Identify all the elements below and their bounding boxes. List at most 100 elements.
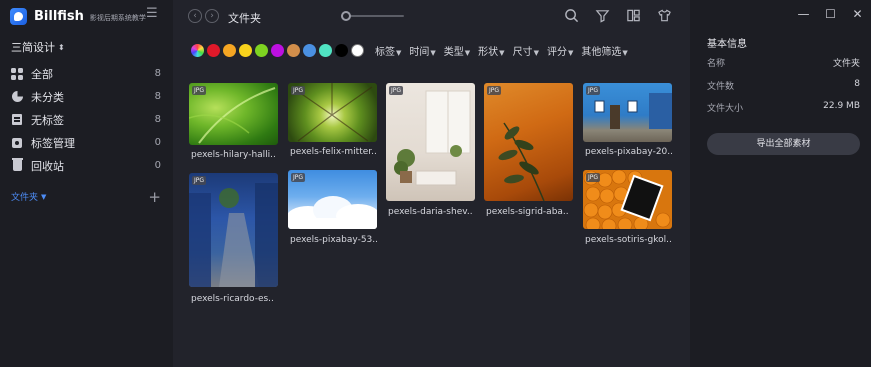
thumbnail-image[interactable]: JPG <box>484 83 573 201</box>
chevron-down-icon: ▼ <box>622 49 628 57</box>
library-name: 三简设计 <box>11 41 55 54</box>
breadcrumb: 文件夹 <box>228 12 261 25</box>
thumbnail-image[interactable]: JPG <box>288 170 377 229</box>
info-key: 文件数 <box>707 82 735 92</box>
chevron-down-icon: ▼ <box>533 49 539 57</box>
back-button[interactable]: ‹ <box>188 9 202 23</box>
library-switcher[interactable]: 三简设计 ⬍ <box>11 39 65 55</box>
thumbnail-image[interactable]: JPG <box>288 83 377 142</box>
pie-icon <box>11 91 23 103</box>
filter-type-dropdown[interactable]: 类型▼ <box>444 43 470 58</box>
filter-time-dropdown[interactable]: 时间▼ <box>409 43 435 58</box>
color-filter-swatch[interactable] <box>271 44 284 57</box>
color-filter-swatch[interactable] <box>287 44 300 57</box>
filter-tags-dropdown[interactable]: 标签▼ <box>375 43 401 58</box>
info-key: 名称 <box>707 59 726 69</box>
file-name: pexels-sotiris-gkol.. <box>585 235 672 245</box>
window-controls: — ☐ ✕ <box>790 6 871 22</box>
filter-label: 其他筛选 <box>581 47 622 58</box>
file-type-badge: JPG <box>487 86 502 95</box>
sidebar-item-tag-manager[interactable]: 标签管理 0 <box>11 131 161 154</box>
sidebar-item-uncategorized[interactable]: 未分类 8 <box>11 85 161 108</box>
slider-knob[interactable] <box>341 11 351 21</box>
brand: Billfish 影视后期系统教学 <box>10 6 146 26</box>
filter-label: 标签 <box>375 47 395 58</box>
thumbnail-image[interactable]: JPG <box>189 83 278 145</box>
chevron-down-icon: ▼ <box>464 49 471 57</box>
info-title: 基本信息 <box>707 39 747 50</box>
history-nav: ‹ › <box>188 9 219 23</box>
info-key: 文件大小 <box>707 104 744 114</box>
close-button[interactable]: ✕ <box>844 6 871 22</box>
color-filter-swatch[interactable] <box>335 44 348 57</box>
trash-icon <box>11 158 23 172</box>
billfish-logo-icon <box>10 7 27 25</box>
thumbnail-size-slider[interactable] <box>341 11 404 21</box>
file-name: pexels-sigrid-aba.. <box>486 207 569 217</box>
chevron-down-icon: ▼ <box>567 49 574 57</box>
sidebar-item-count: 0 <box>154 137 161 148</box>
export-all-button[interactable]: 导出全部素材 <box>707 133 860 155</box>
file-type-badge: JPG <box>389 86 404 95</box>
add-folder-button[interactable]: + <box>148 189 161 204</box>
file-name: pexels-ricardo-es.. <box>191 294 274 304</box>
file-type-badge: JPG <box>192 86 207 95</box>
info-value: 8 <box>854 79 860 89</box>
thumbnail-image[interactable]: JPG <box>583 83 672 142</box>
file-name: pexels-hilary-halli.. <box>191 150 276 160</box>
color-filter-swatch[interactable] <box>223 44 236 57</box>
sidebar-item-no-tags[interactable]: 无标签 8 <box>11 108 161 131</box>
filter-label: 形状 <box>478 47 499 58</box>
color-filter-all[interactable] <box>191 44 204 57</box>
toolbar-icons <box>563 7 673 24</box>
filter-bar: 标签▼ 时间▼ 类型▼ 形状▼ 尺寸▼ 评分▼ 其他筛选▼ <box>191 43 628 58</box>
file-name: pexels-pixabay-20.. <box>585 147 673 157</box>
color-filter-swatch[interactable] <box>303 44 316 57</box>
filter-label: 尺寸 <box>512 47 533 58</box>
file-type-badge: JPG <box>291 173 306 182</box>
sidebar-item-label: 无标签 <box>31 113 64 127</box>
info-row-file-size: 文件大小 22.9 MB <box>707 101 860 114</box>
sidebar-item-count: 8 <box>154 91 161 102</box>
color-filter-swatch[interactable] <box>351 44 364 57</box>
file-type-badge: JPG <box>192 176 207 185</box>
layout-icon[interactable] <box>625 7 642 24</box>
grid-icon <box>11 67 23 80</box>
filter-icon[interactable] <box>594 7 611 24</box>
sidebar-item-all[interactable]: 全部 8 <box>11 62 161 85</box>
filter-size-dropdown[interactable]: 尺寸▼ <box>513 43 539 58</box>
thumbnail-image[interactable]: JPG <box>583 170 672 229</box>
sidebar-nav: 全部 8 未分类 8 无标签 8 标签管理 0 回收站 0 <box>11 62 161 177</box>
sidebar-item-label: 回收站 <box>31 159 64 173</box>
thumbnail-image[interactable]: JPG <box>386 83 475 201</box>
search-icon[interactable] <box>563 7 580 24</box>
color-filter-swatch[interactable] <box>239 44 252 57</box>
color-filter-swatch[interactable] <box>319 44 332 57</box>
app-name: Billfish <box>34 8 84 24</box>
info-panel: — ☐ ✕ 基本信息 名称 文件夹 文件数 8 文件大小 22.9 MB 导出全… <box>690 0 871 367</box>
color-filter-swatch[interactable] <box>207 44 220 57</box>
chevron-down-icon: ▼ <box>499 49 505 57</box>
sidebar-item-count: 8 <box>154 68 161 79</box>
sort-caret-icon: ⬍ <box>58 42 65 52</box>
info-value: 22.9 MB <box>823 101 860 111</box>
file-name: pexels-pixabay-53.. <box>290 235 378 245</box>
minimize-button[interactable]: — <box>790 6 817 22</box>
chevron-down-icon[interactable]: ▼ <box>41 193 46 201</box>
color-filter-swatch[interactable] <box>255 44 268 57</box>
info-row-name: 名称 文件夹 <box>707 56 860 69</box>
filter-rating-dropdown[interactable]: 评分▼ <box>547 43 573 58</box>
folders-toggle[interactable]: 文件夹 <box>11 190 38 203</box>
filter-shape-dropdown[interactable]: 形状▼ <box>478 43 504 58</box>
chevron-down-icon: ▼ <box>396 49 402 57</box>
filter-other-dropdown[interactable]: 其他筛选▼ <box>581 43 627 58</box>
menu-icon[interactable]: ☰ <box>146 7 160 20</box>
forward-button[interactable]: › <box>205 9 219 23</box>
thumbnail-image[interactable]: JPG <box>189 173 278 287</box>
info-row-file-count: 文件数 8 <box>707 79 860 92</box>
folders-section: 文件夹 ▼ + <box>11 189 161 204</box>
file-type-badge: JPG <box>291 86 306 95</box>
maximize-button[interactable]: ☐ <box>817 6 844 22</box>
shirt-icon[interactable] <box>656 7 673 24</box>
sidebar-item-trash[interactable]: 回收站 0 <box>11 154 161 177</box>
